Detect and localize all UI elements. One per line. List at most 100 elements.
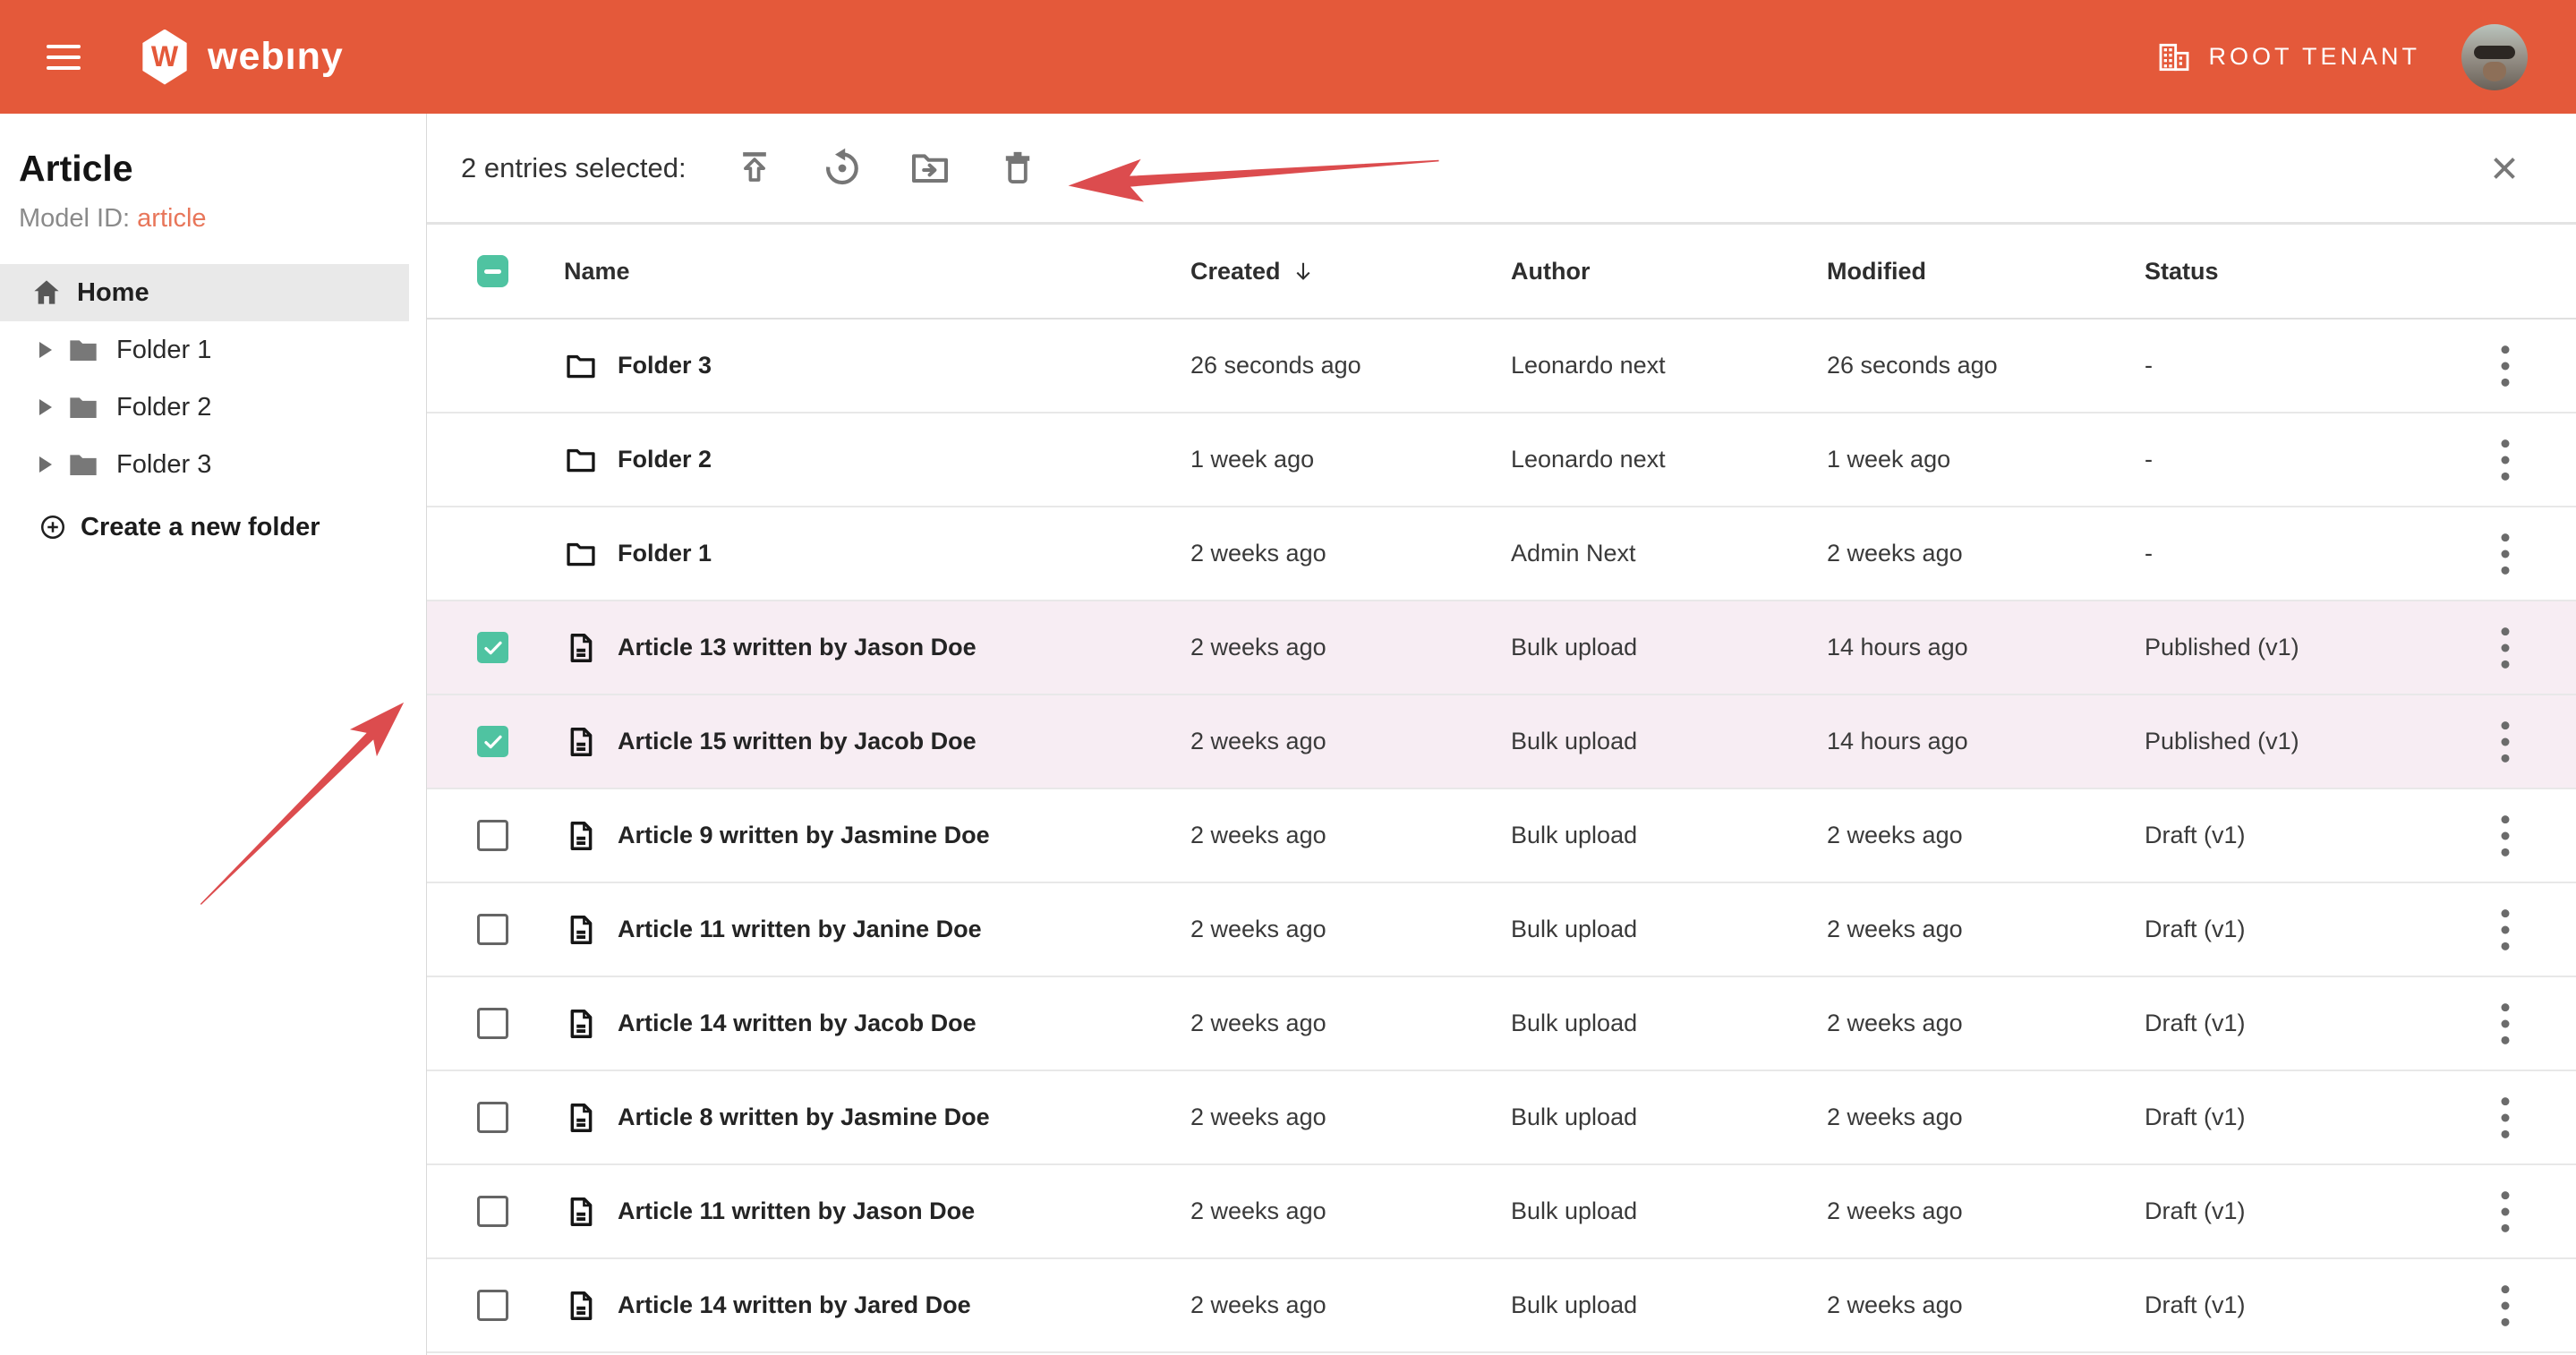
sidebar-folder-label: Folder 3	[116, 450, 211, 480]
table-row[interactable]: Article 9 written by Jasmine Doe 2 weeks…	[427, 789, 2576, 883]
entry-author: Bulk upload	[1511, 822, 1827, 849]
entry-modified: 2 weeks ago	[1827, 1197, 2145, 1225]
model-id-label: Model ID:	[19, 204, 130, 233]
table-row[interactable]: Folder 3 26 seconds ago Leonardo next 26…	[427, 320, 2576, 413]
document-icon	[564, 1195, 598, 1229]
row-checkbox[interactable]	[477, 1196, 508, 1227]
entry-created: 2 weeks ago	[1190, 728, 1511, 755]
entry-name: Article 13 written by Jason Doe	[618, 634, 977, 661]
sidebar-folder-item[interactable]: Folder 2	[0, 379, 426, 436]
chevron-right-icon[interactable]	[39, 342, 52, 358]
column-status[interactable]: Status	[2145, 258, 2435, 285]
row-menu-button[interactable]	[2486, 1000, 2525, 1048]
entry-modified: 14 hours ago	[1827, 634, 2145, 661]
column-created[interactable]: Created	[1190, 258, 1511, 285]
row-checkbox[interactable]	[477, 632, 508, 663]
row-menu-button[interactable]	[2486, 718, 2525, 766]
entry-created: 1 week ago	[1190, 446, 1511, 473]
close-selection-button[interactable]	[2483, 147, 2526, 190]
column-modified[interactable]: Modified	[1827, 258, 2145, 285]
tenant-selector[interactable]: ROOT TENANT	[2156, 39, 2420, 75]
user-avatar[interactable]	[2461, 24, 2528, 90]
entry-author: Leonardo next	[1511, 352, 1827, 379]
row-menu-button[interactable]	[2486, 1282, 2525, 1330]
sidebar-folder-label: Folder 1	[116, 336, 211, 365]
folder-move-icon	[908, 147, 951, 190]
row-checkbox[interactable]	[477, 726, 508, 757]
table-row[interactable]: Article 14 written by Jacob Doe 2 weeks …	[427, 977, 2576, 1071]
row-menu-button[interactable]	[2486, 342, 2525, 390]
table-row[interactable]: Article 14 written by Jared Doe 2 weeks …	[427, 1259, 2576, 1353]
table-body: Folder 3 26 seconds ago Leonardo next 26…	[427, 320, 2576, 1353]
entry-name: Folder 2	[618, 446, 712, 473]
entry-modified: 2 weeks ago	[1827, 1010, 2145, 1037]
document-icon	[564, 819, 598, 853]
model-id: Model ID: article	[0, 204, 426, 234]
sidebar-folder-item[interactable]: Folder 1	[0, 321, 426, 379]
sidebar-item-home[interactable]: Home	[0, 264, 409, 321]
chevron-right-icon[interactable]	[39, 456, 52, 473]
table-header: Name Created Author Modified Status	[427, 225, 2576, 320]
top-bar: W webıny ROOT TENANT	[0, 0, 2576, 114]
publish-button[interactable]	[733, 147, 776, 190]
entry-name: Article 15 written by Jacob Doe	[618, 728, 977, 755]
entry-modified: 2 weeks ago	[1827, 1104, 2145, 1131]
entry-created: 2 weeks ago	[1190, 634, 1511, 661]
entry-created: 2 weeks ago	[1190, 1197, 1511, 1225]
column-author[interactable]: Author	[1511, 258, 1827, 285]
row-menu-button[interactable]	[2486, 624, 2525, 672]
sidebar-folder-item[interactable]: Folder 3	[0, 436, 426, 493]
row-checkbox[interactable]	[477, 1290, 508, 1321]
document-icon	[564, 725, 598, 759]
entry-name: Article 14 written by Jacob Doe	[618, 1010, 977, 1037]
table-row[interactable]: Article 11 written by Jason Doe 2 weeks …	[427, 1165, 2576, 1259]
sidebar: Article Model ID: article Home	[0, 114, 427, 1355]
table-row[interactable]: Folder 1 2 weeks ago Admin Next 2 weeks …	[427, 507, 2576, 601]
model-id-link[interactable]: article	[137, 204, 206, 233]
row-menu-button[interactable]	[2486, 906, 2525, 954]
row-menu-button[interactable]	[2486, 530, 2525, 578]
row-checkbox[interactable]	[477, 1102, 508, 1133]
table-row[interactable]: Article 13 written by Jason Doe 2 weeks …	[427, 601, 2576, 695]
entry-modified: 2 weeks ago	[1827, 916, 2145, 943]
entry-status: -	[2145, 540, 2435, 567]
row-menu-button[interactable]	[2486, 436, 2525, 484]
create-folder-button[interactable]: Create a new folder	[0, 499, 426, 556]
folder-tree: Home Folder 1 Folder 2 Folder 3	[0, 264, 426, 556]
entry-status: Draft (v1)	[2145, 822, 2435, 849]
chevron-right-icon[interactable]	[39, 399, 52, 415]
select-all-checkbox[interactable]	[477, 255, 508, 287]
entry-status: -	[2145, 352, 2435, 379]
unpublish-button[interactable]	[821, 147, 864, 190]
sidebar-item-label: Home	[77, 278, 149, 308]
hamburger-menu-icon[interactable]	[47, 45, 81, 70]
row-checkbox[interactable]	[477, 914, 508, 945]
entry-author: Bulk upload	[1511, 728, 1827, 755]
row-menu-button[interactable]	[2486, 1094, 2525, 1142]
table-row[interactable]: Article 8 written by Jasmine Doe 2 weeks…	[427, 1071, 2576, 1165]
entry-name: Folder 1	[618, 540, 712, 567]
row-checkbox[interactable]	[477, 1008, 508, 1039]
table-row[interactable]: Article 15 written by Jacob Doe 2 weeks …	[427, 695, 2576, 789]
entries-panel: 2 entries selected:	[427, 114, 2576, 1355]
row-menu-button[interactable]	[2486, 812, 2525, 860]
folder-filled-icon	[65, 389, 101, 425]
row-menu-button[interactable]	[2486, 1188, 2525, 1236]
column-name[interactable]: Name	[564, 258, 630, 285]
entry-modified: 2 weeks ago	[1827, 540, 2145, 567]
restore-icon	[821, 147, 864, 190]
sidebar-folder-label: Folder 2	[116, 393, 211, 422]
row-checkbox[interactable]	[477, 820, 508, 851]
entry-modified: 2 weeks ago	[1827, 822, 2145, 849]
delete-button[interactable]	[996, 147, 1039, 190]
entry-name: Article 11 written by Janine Doe	[618, 916, 982, 943]
sort-desc-icon	[1292, 260, 1315, 283]
entry-modified: 26 seconds ago	[1827, 352, 2145, 379]
move-to-folder-button[interactable]	[908, 147, 951, 190]
table-row[interactable]: Folder 2 1 week ago Leonardo next 1 week…	[427, 413, 2576, 507]
table-row[interactable]: Article 11 written by Janine Doe 2 weeks…	[427, 883, 2576, 977]
entry-author: Bulk upload	[1511, 916, 1827, 943]
document-icon	[564, 1289, 598, 1323]
folder-filled-icon	[65, 332, 101, 368]
building-icon	[2156, 39, 2192, 75]
